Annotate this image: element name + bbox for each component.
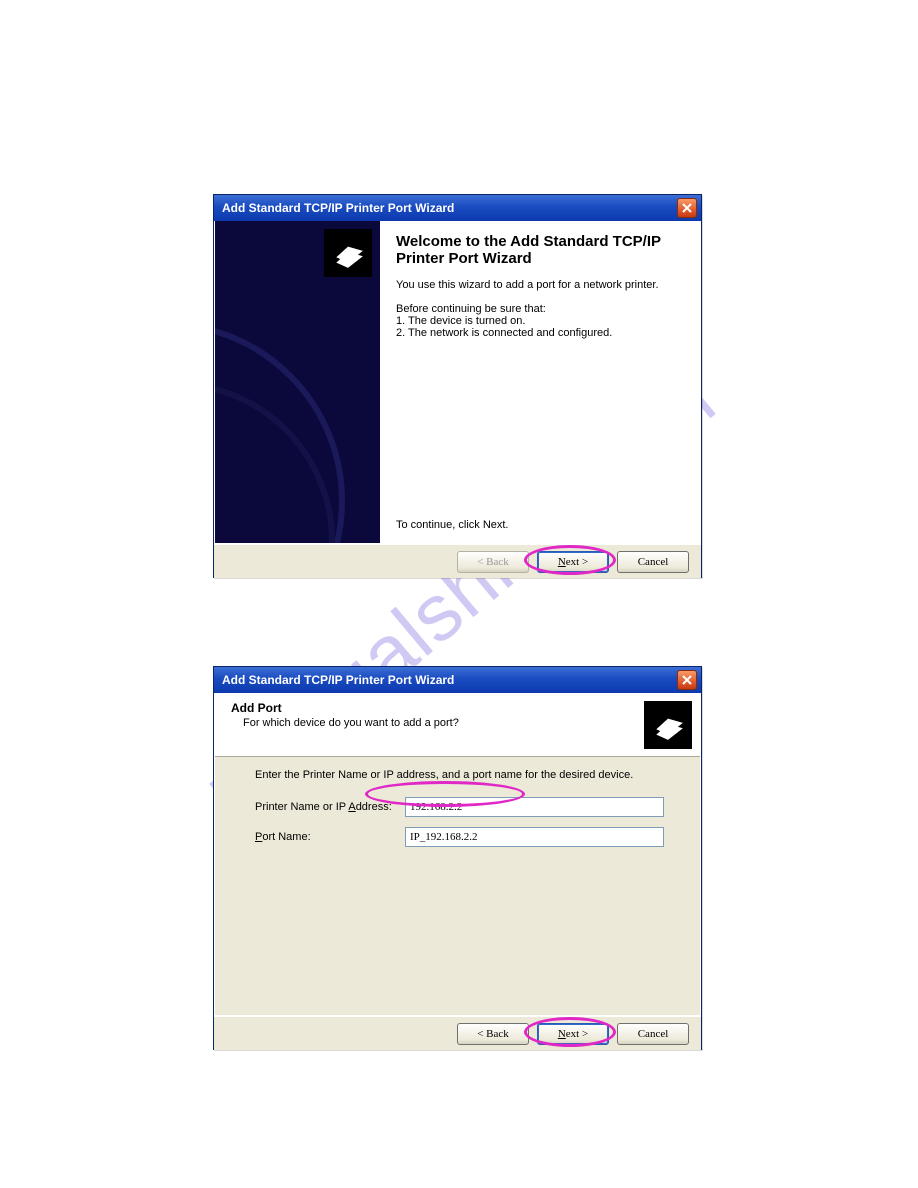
- instruction-text: Enter the Printer Name or IP address, an…: [255, 769, 664, 781]
- close-icon[interactable]: [677, 670, 697, 690]
- wizard-sidebar-image: [215, 221, 380, 543]
- cancel-button[interactable]: Cancel: [617, 551, 689, 573]
- back-button: < Back: [457, 551, 529, 573]
- wizard-dialog-welcome: Add Standard TCP/IP Printer Port Wizard …: [213, 194, 702, 578]
- next-button[interactable]: Next >: [537, 551, 609, 573]
- cancel-button[interactable]: Cancel: [617, 1023, 689, 1045]
- wizard-form: Enter the Printer Name or IP address, an…: [215, 757, 700, 851]
- ip-address-label: Printer Name or IP Address:: [255, 801, 405, 813]
- wizard-item1: 1. The device is turned on.: [396, 315, 684, 327]
- port-name-label: Port Name:: [255, 831, 405, 843]
- title-text: Add Standard TCP/IP Printer Port Wizard: [222, 201, 454, 215]
- titlebar[interactable]: Add Standard TCP/IP Printer Port Wizard: [214, 667, 701, 693]
- ip-address-input[interactable]: [405, 797, 664, 817]
- wizard-intro: You use this wizard to add a port for a …: [396, 279, 684, 291]
- wizard-subheader: Add Port For which device do you want to…: [215, 693, 700, 757]
- wizard-footer: < Back Next > Cancel: [214, 1016, 701, 1050]
- wizard-before: Before continuing be sure that:: [396, 303, 684, 315]
- close-icon[interactable]: [677, 198, 697, 218]
- wizard-item2: 2. The network is connected and configur…: [396, 327, 684, 339]
- wizard-dialog-add-port: Add Standard TCP/IP Printer Port Wizard …: [213, 666, 702, 1050]
- subheader-title: Add Port: [231, 701, 684, 715]
- port-name-input[interactable]: [405, 827, 664, 847]
- title-text: Add Standard TCP/IP Printer Port Wizard: [222, 673, 454, 687]
- printer-icon: [324, 229, 372, 277]
- titlebar[interactable]: Add Standard TCP/IP Printer Port Wizard: [214, 195, 701, 221]
- wizard-heading: Welcome to the Add Standard TCP/IP Print…: [396, 233, 684, 267]
- wizard-continue: To continue, click Next.: [396, 519, 684, 531]
- subheader-subtitle: For which device do you want to add a po…: [243, 717, 684, 729]
- back-button[interactable]: < Back: [457, 1023, 529, 1045]
- printer-icon: [644, 701, 692, 749]
- wizard-content: Welcome to the Add Standard TCP/IP Print…: [380, 221, 700, 543]
- next-button[interactable]: Next >: [537, 1023, 609, 1045]
- wizard-footer: < Back Next > Cancel: [214, 544, 701, 578]
